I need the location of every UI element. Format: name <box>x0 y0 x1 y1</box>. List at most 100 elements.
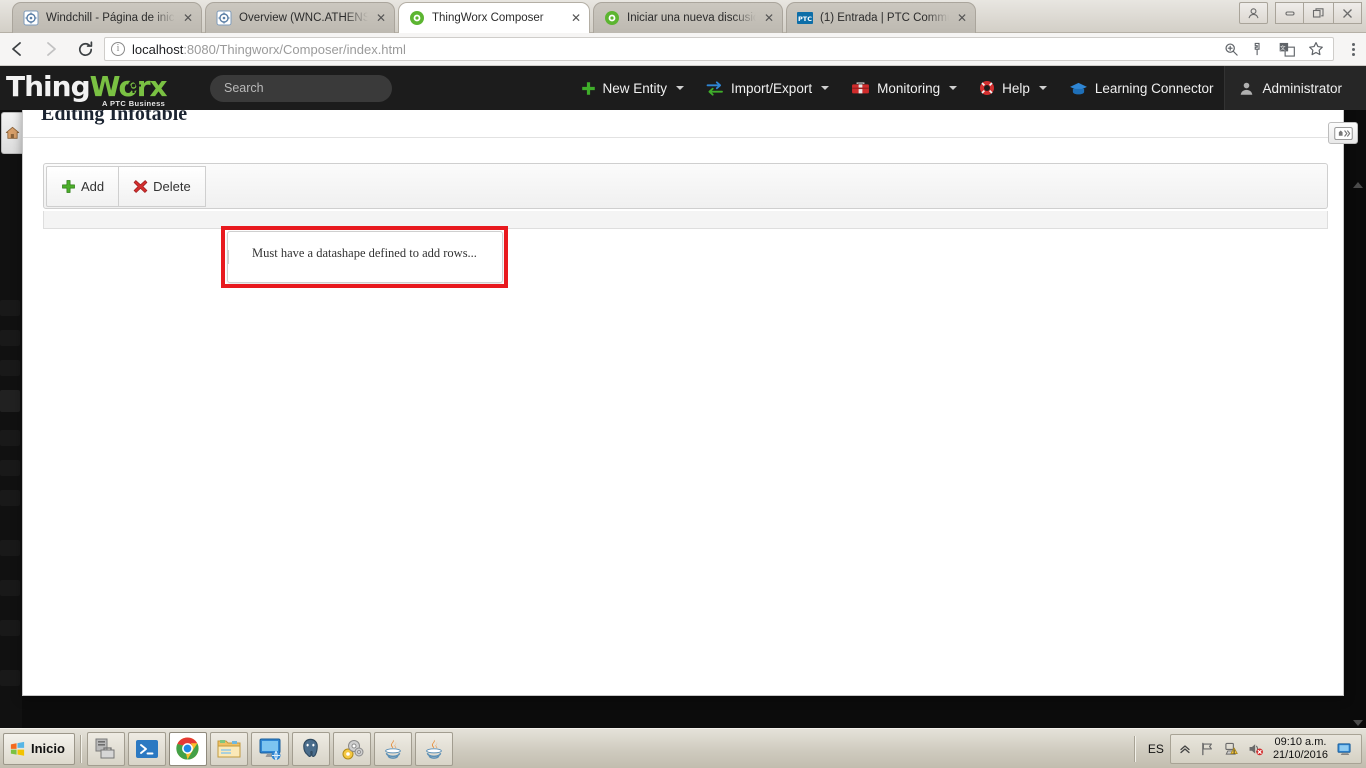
address-bar[interactable]: i localhost:8080/Thingworx/Composer/inde… <box>104 37 1334 61</box>
system-tray: ES 09:10 a.m. 21/10/2016 <box>1128 729 1366 768</box>
start-button[interactable]: Inicio <box>3 732 75 765</box>
flag-icon[interactable] <box>1200 742 1215 756</box>
reload-button[interactable] <box>68 33 102 66</box>
close-icon[interactable]: ✕ <box>955 11 969 25</box>
nav-item-learning-connector[interactable]: Learning Connector <box>1058 66 1225 110</box>
start-button-label: Inicio <box>31 741 65 756</box>
forward-button[interactable] <box>34 33 68 66</box>
graduation-icon <box>1069 81 1088 96</box>
user-menu[interactable]: Administrator <box>1224 66 1366 110</box>
import-export-icon <box>706 80 724 96</box>
browser-tab-2[interactable]: ThingWorx Composer ✕ <box>398 2 590 33</box>
java-app-icon[interactable] <box>373 731 412 766</box>
taskbar: Inicio ES 09:10 a.m. 21/10/2016 <box>0 728 1366 768</box>
language-indicator[interactable]: ES <box>1142 742 1170 756</box>
chevron-down-icon <box>821 86 830 90</box>
infotable-toolbar-panel: Add Delete <box>43 163 1328 209</box>
nav-item-label: Help <box>1002 80 1030 96</box>
clock-date: 21/10/2016 <box>1272 748 1328 761</box>
screen: Windchill - Página de inicio ✕ Overview … <box>0 0 1366 768</box>
chrome-app-icon[interactable] <box>168 731 207 766</box>
panel-expand-icon[interactable] <box>1328 122 1358 144</box>
browser-tab-3[interactable]: Iniciar una nueva discusión ✕ <box>593 2 783 33</box>
close-icon[interactable]: ✕ <box>374 11 388 25</box>
toolbox-icon <box>851 81 870 96</box>
page-scrollbar[interactable] <box>1350 180 1366 730</box>
title-divider <box>23 137 1345 138</box>
close-icon[interactable]: ✕ <box>569 11 583 25</box>
nav-item-monitoring[interactable]: Monitoring <box>840 66 968 110</box>
plus-green-icon <box>61 179 76 194</box>
svg-text:PTC: PTC <box>798 15 812 23</box>
chevron-down-icon <box>1038 86 1047 90</box>
powershell-app-icon[interactable] <box>127 731 166 766</box>
volume-muted-icon[interactable] <box>1248 742 1264 756</box>
browser-tab-1[interactable]: Overview (WNC.ATHENS.10 ✕ <box>205 2 395 33</box>
nav-item-import-export[interactable]: Import/Export <box>695 66 840 110</box>
close-icon[interactable]: ✕ <box>181 11 195 25</box>
nav-item-label: Learning Connector <box>1094 80 1214 96</box>
close-icon[interactable] <box>1333 2 1362 24</box>
lifering-icon <box>979 80 995 96</box>
thingworx-header: ThingWorx A PTC Business Search New Enti… <box>0 66 1366 110</box>
browser-tab-label: Windchill - Página de inicio <box>46 12 175 24</box>
add-button[interactable]: Add <box>46 166 120 207</box>
scroll-down-icon[interactable] <box>1353 720 1363 726</box>
composer-sidebar[interactable] <box>0 110 22 730</box>
minimize-icon[interactable] <box>1275 2 1304 24</box>
toolbox-app-icon[interactable] <box>86 731 125 766</box>
logo-target-icon <box>126 78 141 93</box>
browser-toolbar: i localhost:8080/Thingworx/Composer/inde… <box>0 33 1366 66</box>
logo-tagline: A PTC Business <box>102 99 166 108</box>
chrome-menu-button[interactable] <box>1340 33 1366 66</box>
edit-infotable-modal: Editing Infotable Add Delete <box>22 86 1345 696</box>
thingworx-nav: New Entity Import/Export Monitoring Help… <box>570 66 1366 110</box>
windchill-icon <box>216 10 232 26</box>
show-desktop-icon[interactable] <box>1337 742 1353 756</box>
thingworx-icon <box>409 10 425 26</box>
browser-tab-0[interactable]: Windchill - Página de inicio ✕ <box>12 2 202 33</box>
zoom-icon[interactable] <box>1224 42 1239 57</box>
star-icon[interactable] <box>1308 41 1324 57</box>
logo-text-thing: Thing <box>6 70 91 103</box>
key-icon[interactable] <box>1252 42 1266 57</box>
taskbar-divider <box>79 734 82 763</box>
back-button[interactable] <box>0 33 34 66</box>
chevron-down-icon <box>676 86 685 90</box>
info-icon[interactable]: i <box>111 42 125 56</box>
window-controls <box>1239 2 1362 24</box>
search-input[interactable]: Search <box>210 74 392 102</box>
datashape-message-tooltip: Must have a datashape defined to add row… <box>227 231 503 283</box>
url-path: :8080/Thingworx/Composer/index.html <box>183 41 406 57</box>
nav-item-new-entity[interactable]: New Entity <box>570 66 696 110</box>
datashape-message-text: Must have a datashape defined to add row… <box>252 246 477 260</box>
postgresql-app-icon[interactable] <box>291 731 330 766</box>
translate-icon[interactable]: 文 <box>1279 42 1295 57</box>
remote-desktop-app-icon[interactable] <box>250 731 289 766</box>
delete-button-label: Delete <box>153 179 191 194</box>
nav-item-label: New Entity <box>602 80 668 96</box>
restore-icon[interactable] <box>1304 2 1333 24</box>
delete-button[interactable]: Delete <box>118 166 206 207</box>
browser-tab-label: Overview (WNC.ATHENS.10 <box>239 12 368 24</box>
clock[interactable]: 09:10 a.m. 21/10/2016 <box>1273 736 1328 762</box>
windchill-icon <box>23 10 39 26</box>
infotable-toolbar: Add Delete <box>46 166 206 207</box>
nav-item-help[interactable]: Help <box>968 66 1058 110</box>
nav-item-label: Import/Export <box>731 80 813 96</box>
browser-tab-label: ThingWorx Composer <box>432 12 544 24</box>
scroll-up-icon[interactable] <box>1353 182 1363 188</box>
network-warning-icon[interactable] <box>1224 742 1239 756</box>
chevron-up-icon[interactable] <box>1179 743 1191 755</box>
url-host: localhost <box>132 41 184 57</box>
close-icon[interactable]: ✕ <box>762 11 776 25</box>
sidebar-home-tab[interactable] <box>1 112 23 154</box>
svg-text:文: 文 <box>1280 43 1286 51</box>
tooltip-notch <box>228 250 235 264</box>
profile-icon[interactable] <box>1239 2 1268 24</box>
explorer-app-icon[interactable] <box>209 731 248 766</box>
java2-app-icon[interactable] <box>414 731 453 766</box>
browser-tab-4[interactable]: PTC (1) Entrada | PTC Commun ✕ <box>786 2 976 33</box>
gears-app-icon[interactable] <box>332 731 371 766</box>
thingworx-logo[interactable]: ThingWorx A PTC Business <box>6 66 196 110</box>
